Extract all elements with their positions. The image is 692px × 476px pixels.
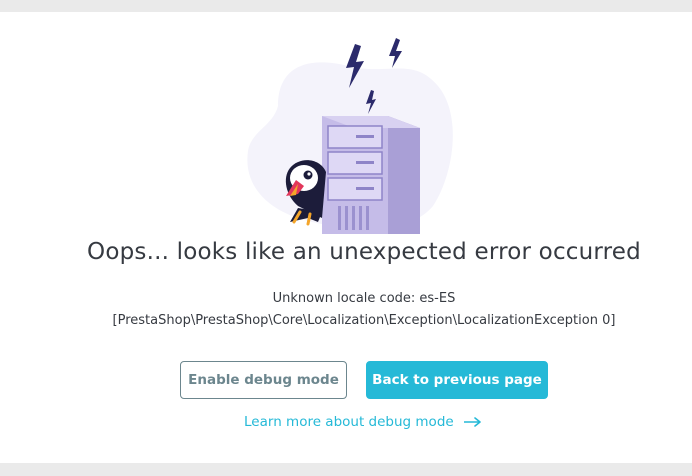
error-title: Oops... looks like an unexpected error o… bbox=[87, 239, 641, 265]
back-to-previous-page-button[interactable]: Back to previous page bbox=[366, 361, 548, 399]
server-error-illustration bbox=[247, 38, 453, 234]
enable-debug-mode-button[interactable]: Enable debug mode bbox=[180, 361, 347, 399]
error-message-line2: [PrestaShop\PrestaShop\Core\Localization… bbox=[112, 313, 616, 328]
arrow-right-icon bbox=[463, 417, 481, 427]
error-page-card: Oops... looks like an unexpected error o… bbox=[0, 12, 692, 463]
learn-more-label: Learn more about debug mode bbox=[244, 414, 454, 430]
error-message-line1: Unknown locale code: es-ES bbox=[272, 291, 456, 306]
server-side bbox=[388, 116, 420, 234]
learn-more-debug-link[interactable]: Learn more about debug mode bbox=[0, 414, 692, 430]
